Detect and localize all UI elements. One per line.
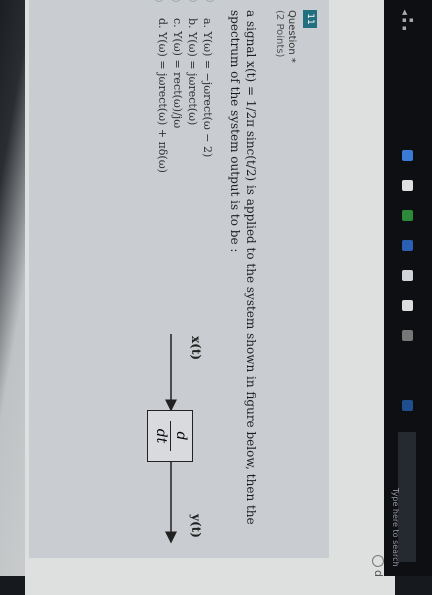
option-radios — [147, 0, 215, 2]
form-page: d 11 Question * (2 Points) a signal x(t)… — [25, 0, 395, 595]
question-points: (2 Points) — [274, 10, 285, 58]
question-text: a signal x(t) = 1/2π sinc(t/2) is applie… — [228, 10, 258, 525]
option-radio-c[interactable] — [171, 0, 181, 2]
app-icon-3[interactable] — [402, 210, 413, 221]
app-icon-6[interactable] — [402, 300, 413, 311]
input-signal-label: x(t) — [189, 336, 203, 361]
app-icon-5[interactable] — [402, 270, 413, 281]
radio-icon[interactable] — [372, 555, 384, 567]
output-signal-label: y(t) — [189, 514, 203, 538]
option-radio-d[interactable] — [154, 0, 164, 2]
option-a[interactable]: a. Y(ω) = −jωrect(ω − 2) — [200, 18, 215, 173]
differentiator-block: d dt — [147, 410, 193, 462]
option-d[interactable]: d. Y(ω) = jωrect(ω) + πδ(ω) — [155, 18, 170, 173]
system-tray[interactable]: ▲ ▪ ▪ ▪ — [402, 8, 414, 32]
taskbar: ▲ ▪ ▪ ▪ Type here to search — [384, 0, 432, 576]
app-icon-2[interactable] — [402, 180, 413, 191]
option-radio-b[interactable] — [188, 0, 198, 2]
task-view-icon[interactable] — [402, 400, 413, 411]
block-diagram: x(t) y(t) d dt — [97, 328, 217, 548]
rotated-screen: d 11 Question * (2 Points) a signal x(t)… — [25, 0, 395, 595]
question-number-badge: 11 — [303, 10, 317, 28]
options-list: a. Y(ω) = −jωrect(ω − 2) b. Y(ω) = jωrec… — [154, 0, 215, 173]
operator-numerator: d — [173, 431, 189, 441]
option-c[interactable]: c. Y(ω) = rect(ω)/jω — [170, 18, 185, 173]
fraction-bar — [170, 421, 171, 451]
taskbar-search[interactable]: Type here to search — [391, 432, 416, 567]
app-icon-4[interactable] — [402, 240, 413, 251]
option-radio-a[interactable] — [205, 0, 215, 2]
question-label: Question * — [286, 10, 297, 63]
question-card: 11 Question * (2 Points) a signal x(t) =… — [29, 0, 329, 558]
operator-denominator: dt — [153, 428, 169, 444]
app-icon-1[interactable] — [402, 150, 413, 161]
option-b[interactable]: b. Y(ω) = jωrect(ω) — [185, 18, 200, 173]
app-icon-7[interactable] — [402, 330, 413, 341]
